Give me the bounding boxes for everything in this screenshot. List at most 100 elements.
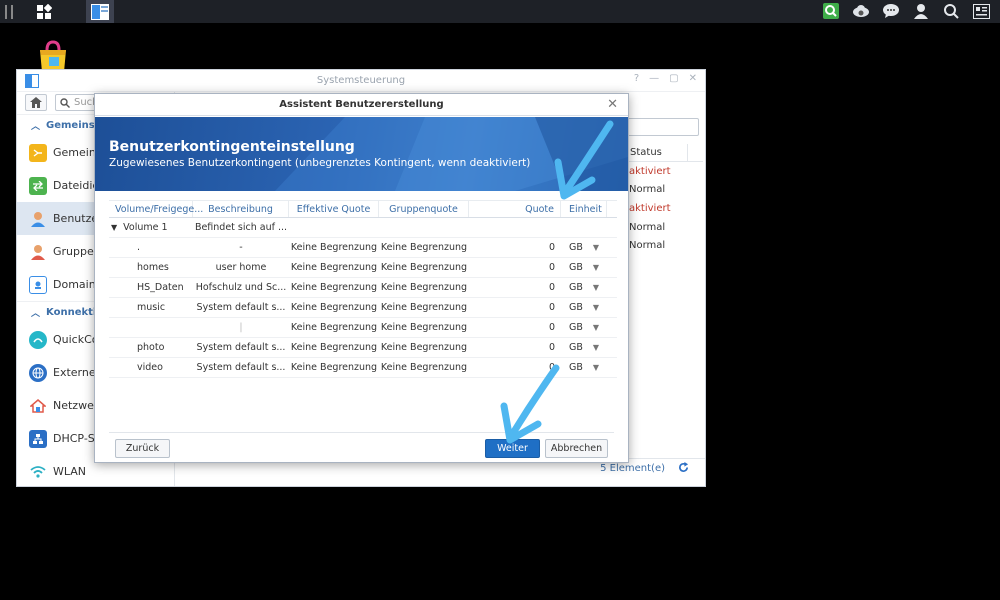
quota-input[interactable]: 0 xyxy=(469,282,561,293)
banner-heading: Benutzerkontingenteinstellung xyxy=(109,139,355,155)
dropdown-arrow-icon: ▼ xyxy=(592,243,600,252)
share-description: Hofschulz und Sc... xyxy=(195,282,287,293)
table-row[interactable]: . - Keine Begrenzung Keine Begrenzung 0 … xyxy=(109,238,617,258)
share-description: - xyxy=(239,242,243,253)
table-header: Volume/Freigege... Beschreibung Effektiv… xyxy=(109,200,617,218)
globe-icon xyxy=(29,363,47,382)
user-icon[interactable] xyxy=(912,2,930,20)
column-header-volume[interactable]: Volume/Freigege... xyxy=(109,201,203,217)
unit-value: GB xyxy=(569,322,583,333)
menu-icon[interactable] xyxy=(0,0,18,23)
domain-icon xyxy=(29,275,47,294)
unit-value: GB xyxy=(569,282,583,293)
group-quota: Keine Begrenzung xyxy=(380,242,468,253)
back-button[interactable]: Zurück xyxy=(115,439,170,458)
chevron-up-icon: ︿ xyxy=(31,309,41,319)
filter-input[interactable] xyxy=(627,118,699,136)
unit-value: GB xyxy=(569,342,583,353)
table-row[interactable]: video System default s... Keine Begrenzu… xyxy=(109,358,617,378)
table-row[interactable]: HS_Daten Hofschulz und Sc... Keine Begre… xyxy=(109,278,617,298)
control-panel-icon[interactable] xyxy=(86,0,114,23)
dialog-banner: Benutzerkontingenteinstellung Zugewiesen… xyxy=(95,117,628,191)
quickconnect-icon xyxy=(29,330,47,349)
unit-value: GB xyxy=(569,302,583,313)
quota-input[interactable]: 0 xyxy=(469,242,561,253)
unit-select[interactable]: GB ▼ xyxy=(561,282,607,293)
column-header-description[interactable]: Beschreibung xyxy=(193,201,289,217)
quota-input[interactable]: 0 xyxy=(469,342,561,353)
unit-select[interactable]: GB ▼ xyxy=(561,242,607,253)
quota-input[interactable]: 0 xyxy=(469,262,561,273)
home-icon xyxy=(30,97,42,108)
status-cell: Normal xyxy=(629,240,666,251)
table-row[interactable]: homes user home Keine Begrenzung Keine B… xyxy=(109,258,617,278)
table-row[interactable]: | Keine Begrenzung Keine Begrenzung 0 GB… xyxy=(109,318,617,338)
widgets-icon[interactable] xyxy=(972,2,990,20)
share-name: photo xyxy=(137,342,165,353)
column-header-quota[interactable]: Quote xyxy=(469,201,561,217)
refresh-icon[interactable] xyxy=(678,462,689,476)
unit-select[interactable]: GB ▼ xyxy=(561,322,607,333)
unit-select[interactable]: GB ▼ xyxy=(561,302,607,313)
unit-value: GB xyxy=(569,262,583,273)
group-quota: Keine Begrenzung xyxy=(380,322,468,333)
dropdown-arrow-icon: ▼ xyxy=(592,323,600,332)
home-button[interactable] xyxy=(25,94,47,111)
next-button[interactable]: Weiter xyxy=(485,439,540,458)
table-row[interactable]: photo System default s... Keine Begrenzu… xyxy=(109,338,617,358)
unit-select[interactable]: GB ▼ xyxy=(561,342,607,353)
share-name: HS_Daten xyxy=(137,282,184,293)
unit-select[interactable]: GB ▼ xyxy=(561,262,607,273)
quota-input[interactable]: 0 xyxy=(469,302,561,313)
search-app-icon[interactable] xyxy=(822,2,840,20)
chat-icon[interactable] xyxy=(882,2,900,20)
maximize-icon[interactable]: ▢ xyxy=(669,73,678,84)
effective-quota: Keine Begrenzung xyxy=(290,302,378,313)
unit-value: GB xyxy=(569,242,583,253)
close-icon[interactable]: ✕ xyxy=(607,97,618,112)
close-icon[interactable]: ✕ xyxy=(689,73,697,84)
help-icon[interactable]: ? xyxy=(634,73,639,84)
effective-quota: Keine Begrenzung xyxy=(290,262,378,273)
volume-row[interactable]: ▼ Volume 1 Befindet sich auf ... xyxy=(109,218,617,238)
quota-input[interactable]: 0 xyxy=(469,362,561,373)
group-quota: Keine Begrenzung xyxy=(380,362,468,373)
status-cell: Normal xyxy=(629,222,666,233)
quota-table: Volume/Freigege... Beschreibung Effektiv… xyxy=(109,200,617,378)
column-header-effective-quota[interactable]: Effektive Quote xyxy=(289,201,379,217)
chevron-down-icon[interactable]: ▼ xyxy=(111,223,117,232)
status-cell: aktiviert xyxy=(629,166,671,177)
column-header-unit[interactable]: Einheit xyxy=(561,201,607,217)
column-header-group-quota[interactable]: Gruppenquote xyxy=(379,201,469,217)
file-services-icon xyxy=(29,176,47,195)
unit-select[interactable]: GB ▼ xyxy=(561,362,607,373)
volume-description: Befindet sich auf ... xyxy=(194,222,288,233)
share-name: homes xyxy=(137,262,169,273)
status-cell: aktiviert xyxy=(629,203,671,214)
share-description: user home xyxy=(215,262,267,273)
share-name: video xyxy=(137,362,163,373)
cloud-sync-icon[interactable] xyxy=(852,2,870,20)
shared-folder-icon xyxy=(29,143,47,162)
dropdown-arrow-icon: ▼ xyxy=(592,343,600,352)
cancel-button[interactable]: Abbrechen xyxy=(545,439,608,458)
window-titlebar: Systemsteuerung ? — ▢ ✕ xyxy=(17,70,705,92)
search-icon[interactable] xyxy=(942,2,960,20)
share-description: | xyxy=(239,322,243,333)
effective-quota: Keine Begrenzung xyxy=(290,362,378,373)
main-menu-icon[interactable] xyxy=(28,0,60,23)
user-creation-wizard-dialog: Assistent Benutzererstellung ✕ Benutzerk… xyxy=(94,93,629,463)
dropdown-arrow-icon: ▼ xyxy=(592,303,600,312)
chevron-up-icon: ︿ xyxy=(31,122,41,132)
quota-input[interactable]: 0 xyxy=(469,322,561,333)
column-header-extra xyxy=(687,144,703,162)
group-quota: Keine Begrenzung xyxy=(380,342,468,353)
share-name: music xyxy=(137,302,166,313)
share-description: System default s... xyxy=(196,302,286,313)
status-column-header[interactable]: Status xyxy=(625,144,687,162)
volume-name: Volume 1 xyxy=(123,222,168,233)
table-row[interactable]: music System default s... Keine Begrenzu… xyxy=(109,298,617,318)
user-icon xyxy=(29,210,47,228)
minimize-icon[interactable]: — xyxy=(649,73,659,84)
wifi-icon xyxy=(29,463,47,481)
